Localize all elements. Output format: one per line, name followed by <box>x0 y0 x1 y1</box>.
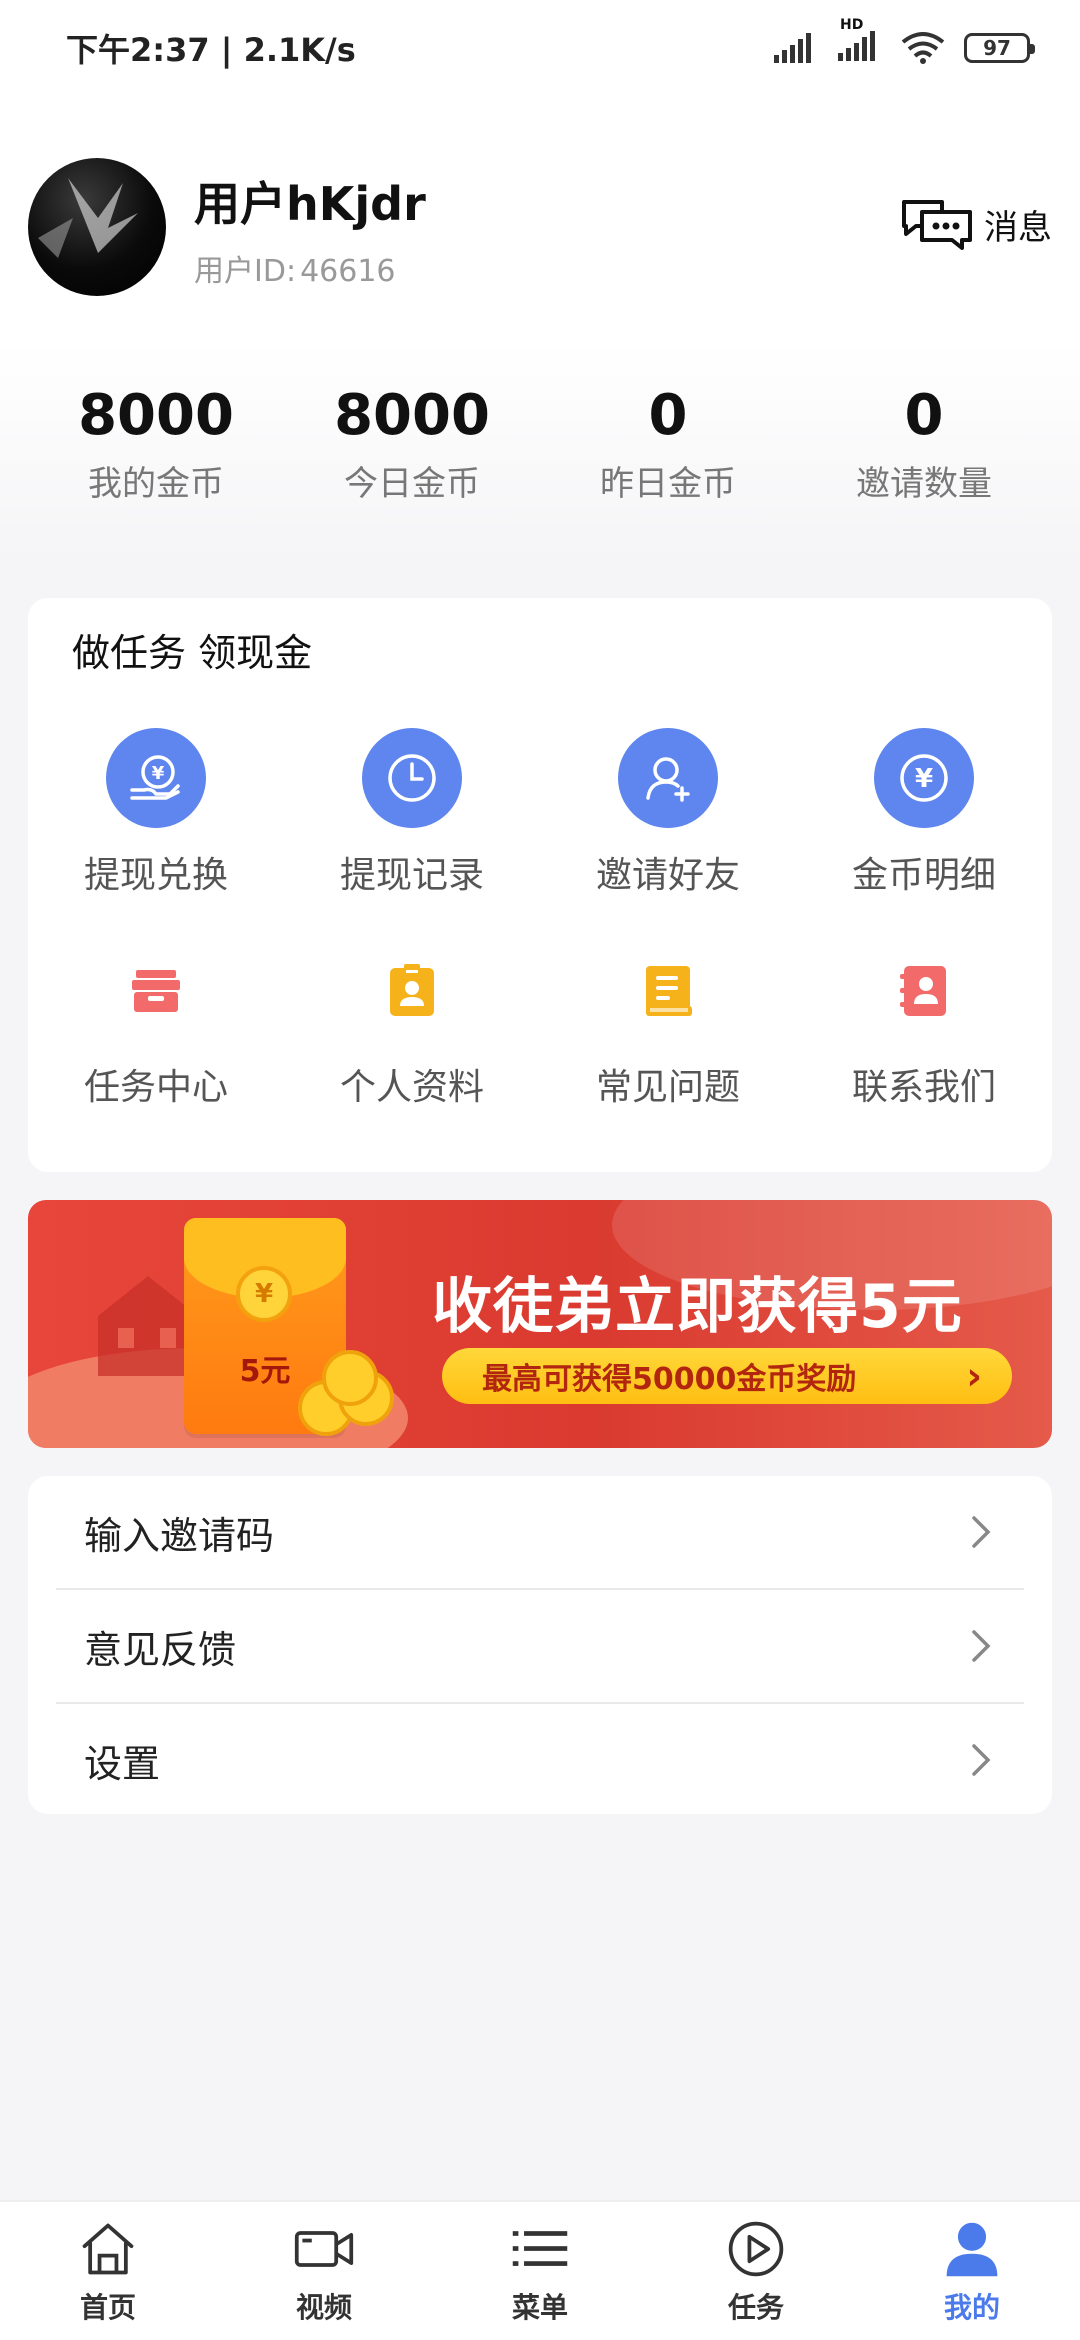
coin-symbol: ¥ <box>254 1279 274 1309</box>
banner-headline: 收徒弟立即获得5元 <box>432 1272 963 1342</box>
task-withdraw-exchange[interactable]: ¥ 提现兑换 <box>28 728 284 910</box>
stat-label: 今日金币 <box>344 464 480 504</box>
profile-screen: 下午2:37 | 2.1K/s HD 97 用户hKjdr 用户ID: 4661… <box>0 0 1080 2340</box>
clock-icon <box>362 728 462 828</box>
svg-text:¥: ¥ <box>152 763 165 784</box>
stat-today-coins[interactable]: 8000 今日金币 <box>284 384 540 514</box>
chevron-right-icon <box>972 1630 991 1662</box>
user-id-value: 46616 <box>300 254 396 289</box>
task-coin-details[interactable]: ¥ 金币明细 <box>796 728 1052 910</box>
hd-badge: HD <box>840 17 864 33</box>
play-circle-icon <box>728 2221 784 2277</box>
coin-stack-icon <box>298 1350 428 1440</box>
profile-card-icon <box>362 940 462 1040</box>
list-item-label: 设置 <box>84 1741 161 1786</box>
task-profile[interactable]: 个人资料 <box>284 940 540 1122</box>
tab-label: 我的 <box>943 2291 1000 2324</box>
tab-mine[interactable]: 我的 <box>864 2202 1080 2340</box>
invite-banner[interactable]: ¥ 5元 收徒弟立即获得5元 最高可获得50000金币奖励 › <box>28 1200 1052 1448</box>
task-contact-us[interactable]: 联系我们 <box>796 940 1052 1122</box>
messages-button[interactable]: 消息 <box>898 196 1052 252</box>
task-center[interactable]: 任务中心 <box>28 940 284 1122</box>
task-invite-friends[interactable]: 邀请好友 <box>540 728 796 910</box>
tab-label: 任务 <box>727 2291 784 2324</box>
task-label: 金币明细 <box>851 855 996 896</box>
status-bar: 下午2:37 | 2.1K/s HD 97 <box>0 0 1080 96</box>
status-icons: HD 97 <box>772 17 1035 67</box>
task-box-icon <box>106 940 206 1040</box>
chevron-right-icon <box>972 1516 991 1548</box>
tab-label: 视频 <box>295 2291 352 2324</box>
tab-tasks[interactable]: 任务 <box>648 2202 864 2340</box>
chevron-right-icon <box>972 1744 991 1776</box>
task-label: 个人资料 <box>339 1067 484 1108</box>
task-faq[interactable]: 常见问题 <box>540 940 796 1122</box>
signal-icon <box>774 33 811 63</box>
task-withdraw-record[interactable]: 提现记录 <box>284 728 540 910</box>
home-icon <box>82 2223 134 2275</box>
stat-value: 8000 <box>334 383 490 448</box>
task-label: 常见问题 <box>595 1067 740 1108</box>
banner-cta[interactable]: 最高可获得50000金币奖励 › <box>442 1348 1012 1404</box>
signal-hd-icon <box>838 31 875 61</box>
stats-row: 8000 我的金币 8000 今日金币 0 昨日金币 0 邀请数量 <box>28 384 1052 514</box>
avatar[interactable] <box>28 158 166 296</box>
withdraw-exchange-icon: ¥ <box>106 728 206 828</box>
stat-yesterday-coins[interactable]: 0 昨日金币 <box>540 384 796 514</box>
svg-text:¥: ¥ <box>915 764 933 794</box>
yen-coin-icon: ¥ <box>874 728 974 828</box>
stat-value: 0 <box>904 383 944 448</box>
task-label: 提现记录 <box>339 855 484 896</box>
user-id: 用户ID: 46616 <box>194 246 396 290</box>
contact-book-icon <box>874 940 974 1040</box>
tab-label: 首页 <box>79 2291 136 2324</box>
video-camera-icon <box>294 2231 354 2267</box>
list-item-label: 意见反馈 <box>84 1627 237 1672</box>
menu-list-icon <box>512 2231 568 2266</box>
banner-subline: 最高可获得50000金币奖励 <box>482 1362 857 1397</box>
chat-bubbles-icon <box>902 200 972 250</box>
stat-my-coins[interactable]: 8000 我的金币 <box>28 384 284 514</box>
task-label: 邀请好友 <box>595 855 740 896</box>
stat-label: 我的金币 <box>88 464 224 504</box>
wifi-icon <box>901 32 945 64</box>
status-time: 下午2:37 | 2.1K/s <box>66 31 356 69</box>
list-item-feedback[interactable]: 意见反馈 <box>56 1590 1024 1702</box>
envelope-coin-icon: ¥ <box>236 1266 292 1322</box>
battery-icon: 97 <box>964 33 1035 63</box>
username: 用户hKjdr <box>194 177 426 231</box>
task-label: 任务中心 <box>83 1067 228 1108</box>
chevron-right-icon: › <box>966 1354 982 1398</box>
list-item-invite-code[interactable]: 输入邀请码 <box>56 1476 1024 1588</box>
tab-home[interactable]: 首页 <box>0 2202 216 2340</box>
stat-invite-count[interactable]: 0 邀请数量 <box>796 384 1052 514</box>
tab-label: 菜单 <box>511 2291 568 2324</box>
stat-label: 昨日金币 <box>600 464 736 504</box>
add-friend-icon <box>618 728 718 828</box>
avatar-image <box>38 178 138 258</box>
user-id-label: 用户ID: <box>194 254 297 289</box>
messages-label: 消息 <box>984 207 1052 248</box>
bottom-tab-bar: 首页 视频 菜单 任务 我的 <box>0 2200 1080 2340</box>
hd-signal: HD <box>836 17 882 67</box>
tasks-grid: ¥ 提现兑换 提现记录 邀请好友 ¥ 金币明细 任务中心 个人资料 常见问题 联… <box>28 728 1052 1122</box>
list-item-settings[interactable]: 设置 <box>56 1704 1024 1816</box>
task-label: 提现兑换 <box>83 855 228 896</box>
user-icon <box>946 2222 998 2277</box>
stat-label: 邀请数量 <box>856 464 992 504</box>
list-item-label: 输入邀请码 <box>84 1513 275 1558</box>
tasks-title: 做任务 领现金 <box>72 631 313 675</box>
faq-book-icon <box>618 940 718 1040</box>
profile-header: 用户hKjdr 用户ID: 46616 消息 <box>28 154 1052 304</box>
stat-value: 0 <box>648 383 688 448</box>
task-label: 联系我们 <box>851 1067 996 1108</box>
battery-level: 97 <box>983 36 1011 60</box>
settings-list: 输入邀请码 意见反馈 设置 <box>28 1476 1052 1814</box>
tasks-card: 做任务 领现金 ¥ 提现兑换 提现记录 邀请好友 ¥ 金币明细 任务中心 个人资… <box>28 598 1052 1172</box>
stat-value: 8000 <box>78 383 234 448</box>
tab-menu[interactable]: 菜单 <box>432 2202 648 2340</box>
tab-video[interactable]: 视频 <box>216 2202 432 2340</box>
